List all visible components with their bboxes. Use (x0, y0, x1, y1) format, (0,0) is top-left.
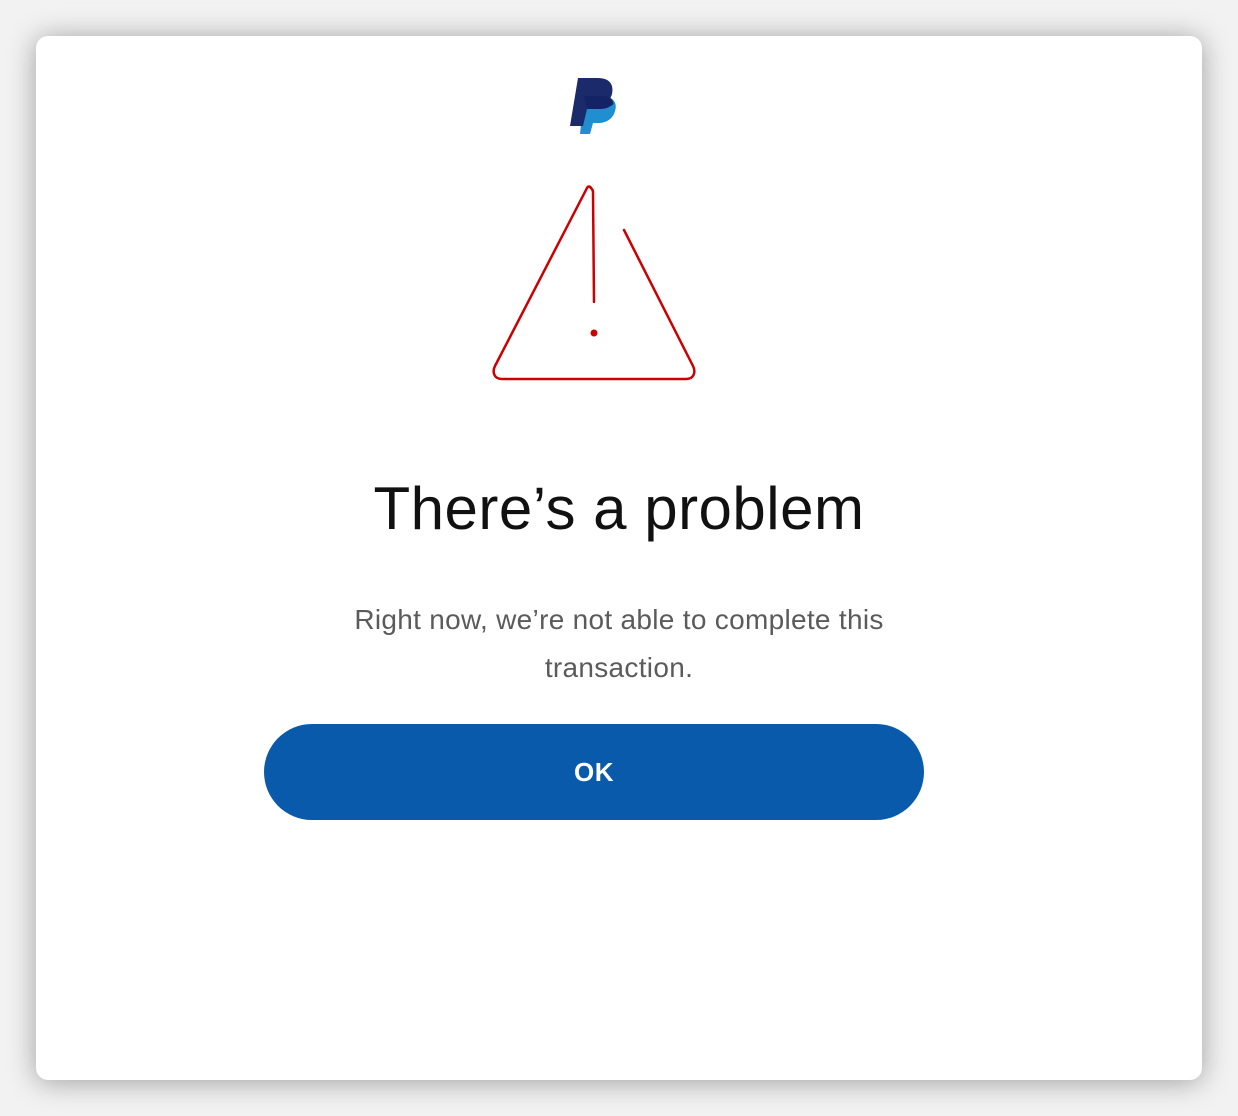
dialog-title: There’s a problem (373, 475, 865, 542)
warning-triangle-icon (492, 185, 696, 381)
error-dialog: There’s a problem Right now, we’re not a… (36, 36, 1202, 1080)
dialog-message: Right now, we’re not able to complete th… (354, 604, 884, 683)
paypal-logo (570, 78, 616, 134)
ok-button[interactable]: OK (264, 724, 924, 820)
